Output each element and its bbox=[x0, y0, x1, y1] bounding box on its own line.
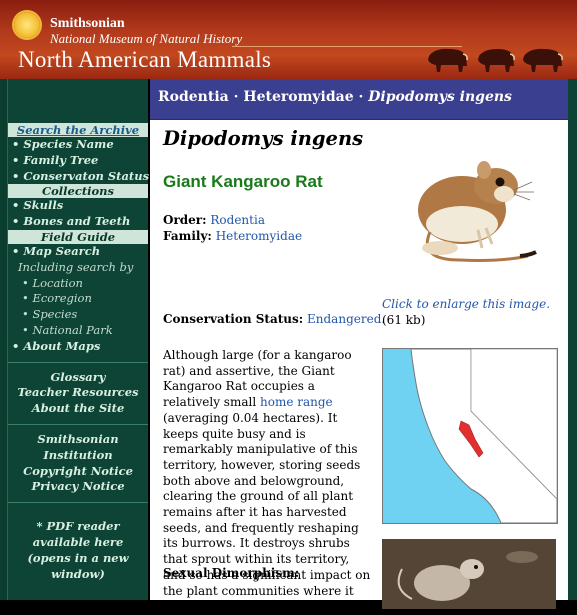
order-label: Order: bbox=[163, 213, 207, 227]
specimen-photo[interactable] bbox=[382, 539, 556, 609]
image-file-size: (61 kb) bbox=[382, 313, 426, 327]
sidebar-link-glossary[interactable]: Glossary bbox=[8, 370, 148, 386]
sidebar: Search the Archive • Species Name • Fami… bbox=[0, 79, 149, 600]
sexual-dimorphism-heading: Sexual Dimorphism: bbox=[163, 566, 300, 580]
site-title[interactable]: North American Mammals bbox=[18, 47, 271, 73]
enlarge-image-link[interactable]: Click to enlarge this image. bbox=[382, 297, 550, 311]
species-content: Dipodomys ingens Giant Kangaroo Rat Orde… bbox=[150, 120, 568, 613]
field-guide-heading: Field Guide bbox=[8, 229, 148, 244]
sidebar-link-about-site[interactable]: About the Site bbox=[8, 401, 148, 417]
pdf-reader-link[interactable]: * PDF reader bbox=[8, 519, 148, 535]
sidebar-link-teacher-resources[interactable]: Teacher Resources bbox=[8, 385, 148, 401]
pdf-reader-link[interactable]: available here bbox=[8, 535, 148, 551]
enlarge-image-caption: Click to enlarge this image. (61 kb) bbox=[382, 296, 562, 328]
musk-ox-icon bbox=[425, 46, 469, 74]
breadcrumb-trail: Rodentia · Heteromyidae · Dipodomys inge… bbox=[158, 89, 512, 105]
sidebar-item-location[interactable]: • Location bbox=[8, 276, 148, 292]
sidebar-link-privacy[interactable]: Privacy Notice bbox=[8, 479, 148, 495]
sidebar-link-copyright[interactable]: Copyright Notice bbox=[8, 464, 148, 480]
sidebar-item-national-park[interactable]: • National Park bbox=[8, 323, 148, 339]
right-margin-strip bbox=[568, 79, 577, 600]
sidebar-item-about-maps[interactable]: • About Maps bbox=[8, 339, 148, 355]
breadcrumb-separator: · bbox=[228, 89, 244, 105]
sidebar-item-conservation-status[interactable]: • Conservaton Status bbox=[8, 169, 149, 185]
sidebar-link-smithsonian[interactable]: Smithsonian Institution bbox=[8, 432, 148, 464]
kangaroo-rat-image[interactable] bbox=[400, 152, 540, 270]
breadcrumb-family[interactable]: Heteromyidae bbox=[243, 89, 353, 105]
conservation-label: Conservation Status: bbox=[163, 312, 304, 326]
smithsonian-sun-logo-icon[interactable] bbox=[14, 12, 40, 38]
taxonomy-block: Order: Rodentia Family: Heteromyidae bbox=[163, 212, 302, 244]
sidebar-item-ecoregion[interactable]: • Ecoregion bbox=[8, 291, 148, 307]
order-link[interactable]: Rodentia bbox=[210, 213, 265, 227]
conservation-status: Conservation Status: Endangered. bbox=[163, 312, 385, 326]
smithsonian-name[interactable]: Smithsonian bbox=[50, 17, 125, 31]
search-archive-link[interactable]: Search the Archive bbox=[8, 123, 148, 137]
pdf-reader-note[interactable]: (opens in a new window) bbox=[8, 551, 148, 583]
breadcrumb-separator: · bbox=[353, 89, 369, 105]
musk-ox-icon bbox=[520, 46, 564, 74]
sidebar-item-map-search[interactable]: • Map Search bbox=[8, 244, 148, 260]
range-map[interactable] bbox=[382, 348, 558, 524]
common-name-heading: Giant Kangaroo Rat bbox=[163, 172, 323, 191]
description-text: (averaging 0.04 hectares). It keeps quit… bbox=[163, 410, 371, 614]
sidebar-item-skulls[interactable]: • Skulls bbox=[8, 198, 148, 214]
including-search-label: Including search by bbox=[18, 259, 134, 274]
site-header: Smithsonian National Museum of Natural H… bbox=[0, 0, 577, 79]
sidebar-item-bones-teeth[interactable]: • Bones and Teeth bbox=[8, 214, 148, 230]
family-link[interactable]: Heteromyidae bbox=[216, 229, 302, 243]
breadcrumb: Rodentia · Heteromyidae · Dipodomys inge… bbox=[150, 79, 568, 120]
collections-heading: Collections bbox=[8, 184, 148, 199]
sidebar-item-species-name[interactable]: • Species Name bbox=[8, 137, 148, 153]
sidebar-item-species[interactable]: • Species bbox=[8, 307, 148, 323]
sidebar-nav: Search the Archive • Species Name • Fami… bbox=[7, 79, 149, 600]
family-label: Family: bbox=[163, 229, 212, 243]
museum-name[interactable]: National Museum of Natural History bbox=[50, 32, 242, 46]
breadcrumb-order[interactable]: Rodentia bbox=[158, 89, 229, 105]
musk-ox-icon bbox=[476, 46, 516, 74]
scientific-name-title: Dipodomys ingens bbox=[163, 127, 364, 150]
conservation-period: . bbox=[381, 312, 386, 326]
sidebar-item-family-tree[interactable]: • Family Tree bbox=[8, 153, 148, 169]
home-range-link[interactable]: home range bbox=[260, 395, 333, 409]
breadcrumb-species: Dipodomys ingens bbox=[368, 89, 512, 105]
conservation-status-link[interactable]: Endangered bbox=[307, 312, 381, 326]
